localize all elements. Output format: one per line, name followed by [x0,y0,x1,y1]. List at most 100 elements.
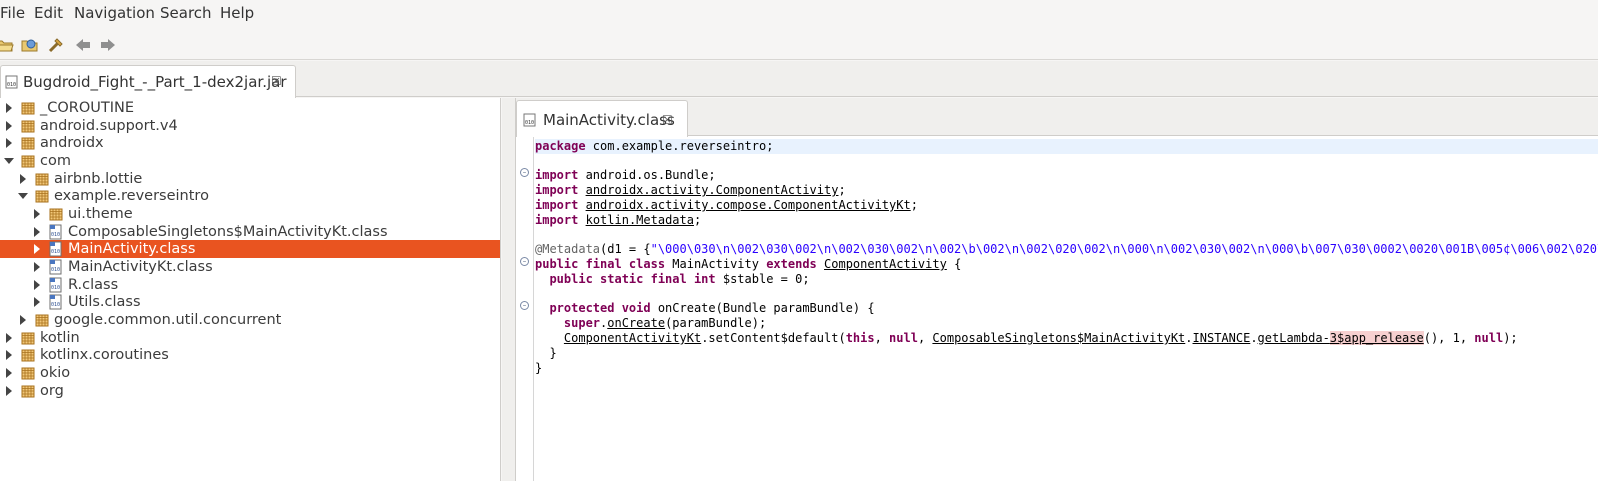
tree-item-label: ui.theme [68,206,133,222]
fold-toggle-icon[interactable]: – [520,301,529,310]
tree-item-label: kotlin [40,330,80,346]
class-file-icon: 010 [523,113,536,127]
chevron-right-icon[interactable] [6,368,12,378]
chevron-right-icon[interactable] [34,280,40,290]
svg-text:010: 010 [525,120,534,126]
code-line: import androidx.activity.ComponentActivi… [535,183,846,197]
close-icon[interactable]: ☒ [271,74,282,88]
package-icon [35,173,49,186]
chevron-right-icon[interactable] [6,350,12,360]
pane-splitter[interactable] [502,98,515,481]
code-line: } [549,346,557,360]
back-arrow-icon[interactable] [74,36,92,54]
tab-jar-file[interactable]: 010 Bugdroid_Fight_-_Part_1-dex2jar.jar … [0,65,296,98]
svg-text:010: 010 [51,302,60,308]
class-file-icon: 010 [49,224,62,240]
tree-item-label: airbnb.lottie [54,171,143,187]
editor-pane: 010 MainActivity.class ☒ – – – package c… [515,98,1598,481]
code-line: protected void onCreate(Bundle paramBund… [549,301,875,315]
tree-item-label: android.support.v4 [40,118,178,134]
svg-text:010: 010 [51,232,60,238]
package-tree: _COROUTINE android.support.v4 androidx com a… [0,98,501,481]
tree-item-label: com [40,153,71,169]
chevron-down-icon[interactable] [18,193,28,199]
class-file-icon: 010 [49,259,62,275]
tab-main-activity[interactable]: 010 MainActivity.class ☒ [516,100,688,137]
build-icon[interactable] [47,36,65,54]
package-icon [35,314,49,327]
chevron-right-icon[interactable] [34,209,40,219]
open-type-icon[interactable] [21,36,39,54]
tree-item[interactable]: 010 ComposableSingletons$MainActivityKt.c… [0,223,500,241]
class-file-icon: 010 [49,241,62,257]
chevron-right-icon[interactable] [20,174,26,184]
tree-item[interactable]: org [0,382,500,400]
tab-jar-label: Bugdroid_Fight_-_Part_1-dex2jar.jar [23,73,287,91]
tree-item-label: kotlinx.coroutines [40,347,169,363]
chevron-right-icon[interactable] [34,244,40,254]
code-line: package com.example.reverseintro; [535,139,1598,154]
menu-edit[interactable]: Edit [34,4,63,22]
chevron-right-icon[interactable] [6,386,12,396]
svg-text:010: 010 [7,82,16,88]
menu-search[interactable]: Search [160,4,212,22]
tree-item[interactable]: 010 MainActivityKt.class [0,258,500,276]
tree-item[interactable]: _COROUTINE [0,99,500,117]
menu-bar: File Edit Navigation Search Help [0,0,1598,28]
chevron-right-icon[interactable] [20,315,26,325]
document-tab-bar: 010 Bugdroid_Fight_-_Part_1-dex2jar.jar … [0,61,1598,98]
code-line: public static final int $stable = 0; [549,272,810,286]
tree-item-label: ComposableSingletons$MainActivityKt.clas… [68,224,388,240]
tree-item[interactable]: example.reverseintro [0,187,500,205]
code-line: ComponentActivityKt.setContent$default(t… [563,331,1518,345]
tree-item[interactable]: androidx [0,134,500,152]
tree-item-label: _COROUTINE [40,100,135,116]
package-icon [21,102,35,115]
tree-item-label: example.reverseintro [54,188,209,204]
tree-item-label: androidx [40,135,104,151]
tree-item[interactable]: 010 R.class [0,276,500,294]
chevron-down-icon[interactable] [4,158,14,164]
code-view[interactable]: package com.example.reverseintro; import… [535,139,1598,479]
tree-item-label: google.common.util.concurrent [54,312,282,328]
forward-arrow-icon[interactable] [99,36,117,54]
chevron-right-icon[interactable] [6,103,12,113]
code-line: import android.os.Bundle; [535,168,716,182]
menu-help[interactable]: Help [220,4,254,22]
tree-item[interactable]: okio [0,364,500,382]
svg-text:010: 010 [51,285,60,291]
tree-item[interactable]: 010 MainActivity.class [0,240,500,258]
code-line: super.onCreate(paramBundle); [563,316,767,330]
tree-item-label: R.class [68,277,119,293]
open-file-icon[interactable] [0,36,14,54]
editor-ruler: – – – [516,137,534,481]
chevron-right-icon[interactable] [34,262,40,272]
menu-file[interactable]: File [0,4,25,22]
svg-text:010: 010 [51,249,60,255]
tree-item[interactable]: 010 Utils.class [0,293,500,311]
tree-item[interactable]: google.common.util.concurrent [0,311,500,329]
tree-item[interactable]: airbnb.lottie [0,170,500,188]
package-icon [21,137,35,150]
chevron-right-icon[interactable] [6,138,12,148]
package-icon [21,332,35,345]
tree-item[interactable]: android.support.v4 [0,117,500,135]
close-icon[interactable]: ☒ [662,113,673,127]
chevron-right-icon[interactable] [6,121,12,131]
tree-item[interactable]: ui.theme [0,205,500,223]
tree-item-label: Utils.class [68,294,141,310]
tree-item[interactable]: kotlinx.coroutines [0,346,500,364]
code-line: import kotlin.Metadata; [535,213,702,227]
tree-item[interactable]: kotlin [0,329,500,347]
chevron-right-icon[interactable] [34,227,40,237]
fold-toggle-icon[interactable]: – [520,168,529,177]
chevron-right-icon[interactable] [6,333,12,343]
svg-text:010: 010 [51,267,60,273]
tree-item-label: MainActivity.class [68,241,196,257]
class-file-icon: 010 [49,277,62,293]
fold-toggle-icon[interactable]: – [520,257,529,266]
tree-item[interactable]: com [0,152,500,170]
menu-navigation[interactable]: Navigation [74,4,155,22]
chevron-right-icon[interactable] [34,297,40,307]
package-icon [21,120,35,133]
